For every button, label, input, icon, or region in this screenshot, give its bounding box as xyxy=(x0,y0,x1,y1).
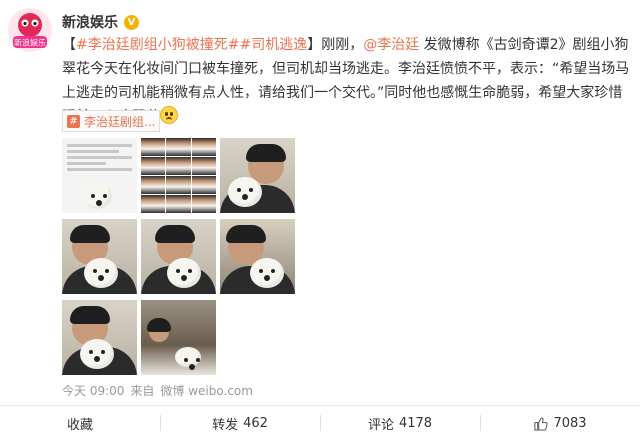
mention-link[interactable]: @李治廷 xyxy=(363,37,419,53)
favorite-label: 收藏 xyxy=(66,417,93,433)
photo-grid xyxy=(62,138,300,375)
post-meta: 今天 09:00 来自 微博 weibo.com xyxy=(62,382,253,399)
action-bar: 收藏 转发 462 评论 4178 7083 xyxy=(0,406,640,440)
photo-thumbnail-2[interactable] xyxy=(141,138,216,213)
comment-count: 4178 xyxy=(398,415,433,431)
photo-thumbnail-3[interactable] xyxy=(220,138,295,213)
favorite-button[interactable]: 收藏 xyxy=(0,406,160,440)
author-name[interactable]: 新浪娱乐 xyxy=(62,12,118,32)
topic-card[interactable]: # 李治廷剧组... xyxy=(62,110,160,132)
post-text-intro: 刚刚， xyxy=(321,37,364,53)
topic-link-1[interactable]: #李治廷剧组小狗被撞死# xyxy=(76,37,239,53)
photo-thumbnail-4[interactable] xyxy=(62,219,137,294)
source-prefix: 来自 xyxy=(130,384,155,398)
comment-button[interactable]: 评论 4178 xyxy=(320,406,480,440)
verified-icon: V xyxy=(124,14,139,30)
topic-icon: # xyxy=(67,114,80,128)
post-time[interactable]: 今天 09:00 xyxy=(62,382,124,399)
thumbs-up-icon xyxy=(534,416,549,431)
topic-card-label: 李治廷剧组... xyxy=(84,114,156,129)
crying-emoji-icon xyxy=(160,106,178,124)
photo-thumbnail-6[interactable] xyxy=(220,219,295,294)
like-button[interactable]: 7083 xyxy=(480,406,640,440)
topic-link-2[interactable]: #司机逃逸 xyxy=(239,37,307,53)
comment-label: 评论 xyxy=(367,417,394,433)
post-source[interactable]: 微博 weibo.com xyxy=(160,382,253,399)
repost-label: 转发 xyxy=(212,417,239,433)
photo-thumbnail-1[interactable] xyxy=(62,138,137,213)
repost-button[interactable]: 转发 462 xyxy=(160,406,320,440)
photo-thumbnail-8[interactable] xyxy=(141,300,216,375)
like-count: 7083 xyxy=(553,415,587,431)
bracket-open: 【 xyxy=(62,37,76,53)
photo-thumbnail-5[interactable] xyxy=(141,219,216,294)
account-avatar[interactable]: 新浪娱乐 xyxy=(8,8,52,52)
author-row: 新浪娱乐 V xyxy=(62,12,139,32)
photo-thumbnail-7[interactable] xyxy=(62,300,137,375)
avatar-logo-text: 新浪娱乐 xyxy=(14,38,46,48)
repost-count: 462 xyxy=(243,415,268,431)
bracket-close: 】 xyxy=(307,37,322,53)
